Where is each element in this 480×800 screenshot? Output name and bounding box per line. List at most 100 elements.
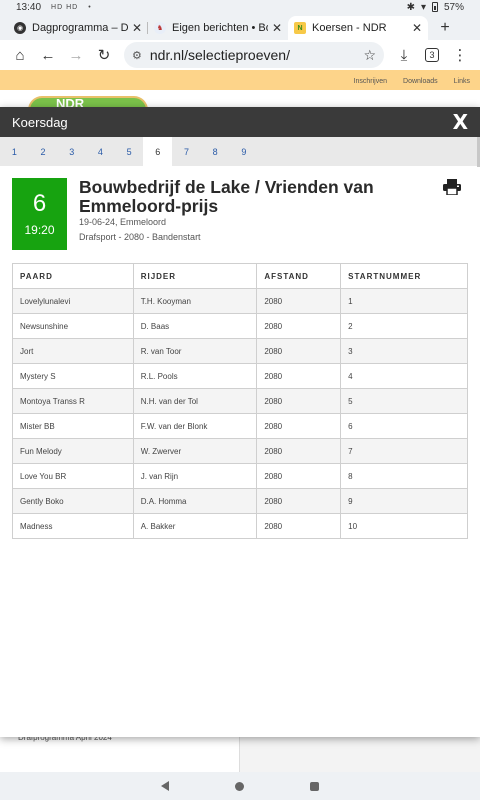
reload-icon[interactable]: ↻: [90, 41, 118, 69]
tab-count: 3: [425, 48, 439, 62]
race-tab-6[interactable]: 6: [143, 137, 173, 166]
race-badge: 6 19:20: [12, 178, 67, 250]
race-tab-1[interactable]: 1: [0, 137, 29, 166]
forward-arrow-icon[interactable]: →: [62, 41, 90, 69]
bluetooth-icon: ✱: [406, 1, 415, 13]
cell-paard: Madness: [12, 513, 134, 539]
race-title: Bouwbedrijf de Lake / Vrienden van Emmel…: [79, 177, 374, 216]
table-row: Newsunshine D. Baas 2080 2: [12, 313, 468, 339]
cell-startnummer: 3: [340, 338, 468, 364]
browser-toolbar: ⌂ ← → ↻ ⚙ ndr.nl/selectieproeven/ ☆ ⤓ 3 …: [0, 40, 480, 70]
race-tab-7[interactable]: 7: [172, 137, 201, 166]
background-content-left: [0, 737, 240, 772]
menu-kebab-icon[interactable]: ⋮: [446, 41, 474, 69]
nav-link-inschrijven[interactable]: Inschrijven: [354, 78, 387, 85]
cell-startnummer: 10: [340, 513, 468, 539]
cell-rijder: F.W. van der Blonk: [132, 413, 258, 439]
tab-title: Koersen - NDR: [312, 22, 387, 34]
column-header-paard: PAARD: [12, 263, 134, 289]
race-tab-4[interactable]: 4: [86, 137, 115, 166]
cell-afstand: 2080: [256, 513, 342, 539]
cell-afstand: 2080: [256, 363, 342, 389]
url-text[interactable]: ndr.nl/selectieproeven/: [150, 47, 364, 63]
race-tab-5[interactable]: 5: [115, 137, 144, 166]
cell-rijder: R.L. Pools: [132, 363, 258, 389]
close-tab-icon[interactable]: ✕: [132, 21, 142, 35]
modal-close-button[interactable]: X: [453, 110, 468, 134]
cell-startnummer: 7: [340, 438, 468, 464]
wifi-icon: ▾: [420, 1, 426, 13]
cell-paard: Fun Melody: [12, 438, 134, 464]
cell-afstand: 2080: [256, 413, 342, 439]
browser-tab-koersen[interactable]: N Koersen - NDR ✕: [288, 16, 428, 40]
column-header-afstand: AFSTAND: [256, 263, 342, 289]
tab-title: Dagprogramma – Dra: [32, 22, 128, 34]
cell-rijder: W. Zwerver: [132, 438, 258, 464]
nav-home-icon[interactable]: [235, 781, 244, 791]
table-row: Montoya Transs R N.H. van der Tol 2080 5: [12, 388, 468, 414]
network-indicator: HD HD: [51, 3, 79, 11]
cell-paard: Mister BB: [12, 413, 134, 439]
table-row: Fun Melody W. Zwerver 2080 7: [12, 438, 468, 464]
new-tab-button[interactable]: +: [432, 16, 458, 40]
cell-rijder: A. Bakker: [132, 513, 258, 539]
back-arrow-icon[interactable]: ←: [34, 41, 62, 69]
nav-link-links[interactable]: Links: [454, 78, 470, 85]
cell-paard: Love You BR: [12, 463, 134, 489]
browser-tab-eigen-berichten[interactable]: ♞ Eigen berichten • Bokt ✕: [148, 16, 288, 40]
cell-startnummer: 4: [340, 363, 468, 389]
cell-afstand: 2080: [256, 388, 342, 414]
race-date: 19-06-24, Emmeloord: [79, 217, 167, 227]
modal-title: Koersdag: [12, 114, 68, 130]
bokt-favicon-icon: ♞: [154, 22, 166, 34]
cell-afstand: 2080: [256, 488, 342, 514]
cell-startnummer: 9: [340, 488, 468, 514]
race-tabs: 1 2 3 4 5 6 7 8 9: [0, 137, 480, 166]
race-tab-9[interactable]: 9: [230, 137, 259, 166]
nav-recents-icon[interactable]: [310, 781, 319, 791]
cell-rijder: T.H. Kooyman: [132, 288, 258, 314]
cell-paard: Mystery S: [12, 363, 134, 389]
tab-title: Eigen berichten • Bokt: [172, 22, 268, 34]
cell-afstand: 2080: [256, 463, 342, 489]
cell-startnummer: 2: [340, 313, 468, 339]
site-top-nav: Inschrijven Downloads Links: [0, 70, 480, 92]
race-info: Drafsport - 2080 - Bandenstart: [79, 232, 201, 242]
tab-switcher-button[interactable]: 3: [418, 41, 446, 69]
battery-level: 57%: [443, 1, 464, 13]
cell-paard: Lovelylunalevi: [12, 288, 134, 314]
race-tab-2[interactable]: 2: [29, 137, 58, 166]
table-header-row: PAARD RIJDER AFSTAND STARTNUMMER: [12, 263, 468, 289]
bookmark-star-icon[interactable]: ☆: [363, 47, 376, 64]
cell-afstand: 2080: [256, 313, 342, 339]
nav-back-icon[interactable]: [161, 781, 169, 791]
table-row: Lovelylunalevi T.H. Kooyman 2080 1: [12, 288, 468, 314]
race-time: 19:20: [24, 223, 55, 237]
cell-paard: Gently Boko: [12, 488, 134, 514]
race-header: 6 19:20 Bouwbedrijf de Lake / Vrienden v…: [0, 166, 480, 250]
table-row: Madness A. Bakker 2080 10: [12, 513, 468, 539]
cell-afstand: 2080: [256, 438, 342, 464]
race-tab-3[interactable]: 3: [57, 137, 86, 166]
race-tab-8[interactable]: 8: [201, 137, 230, 166]
modal-header: Koersdag X: [0, 107, 480, 137]
download-icon[interactable]: ⤓: [390, 41, 418, 69]
startlist-table: PAARD RIJDER AFSTAND STARTNUMMER Lovelyl…: [12, 263, 468, 539]
cell-paard: Jort: [12, 338, 134, 364]
close-tab-icon[interactable]: ✕: [412, 21, 422, 35]
table-row: Gently Boko D.A. Homma 2080 9: [12, 488, 468, 514]
home-icon[interactable]: ⌂: [6, 41, 34, 69]
nav-link-downloads[interactable]: Downloads: [403, 78, 438, 85]
address-bar[interactable]: ⚙ ndr.nl/selectieproeven/ ☆: [124, 42, 384, 68]
print-icon[interactable]: [443, 179, 461, 195]
status-time: 13:40: [16, 1, 42, 13]
cell-startnummer: 5: [340, 388, 468, 414]
ndr-favicon-icon: N: [294, 22, 306, 34]
cell-startnummer: 1: [340, 288, 468, 314]
close-tab-icon[interactable]: ✕: [272, 21, 282, 35]
cell-afstand: 2080: [256, 338, 342, 364]
cell-rijder: R. van Toor: [132, 338, 258, 364]
table-row: Jort R. van Toor 2080 3: [12, 338, 468, 364]
browser-tab-dagprogramma[interactable]: ◉ Dagprogramma – Dra ✕: [8, 16, 148, 40]
site-settings-icon[interactable]: ⚙: [132, 49, 142, 62]
